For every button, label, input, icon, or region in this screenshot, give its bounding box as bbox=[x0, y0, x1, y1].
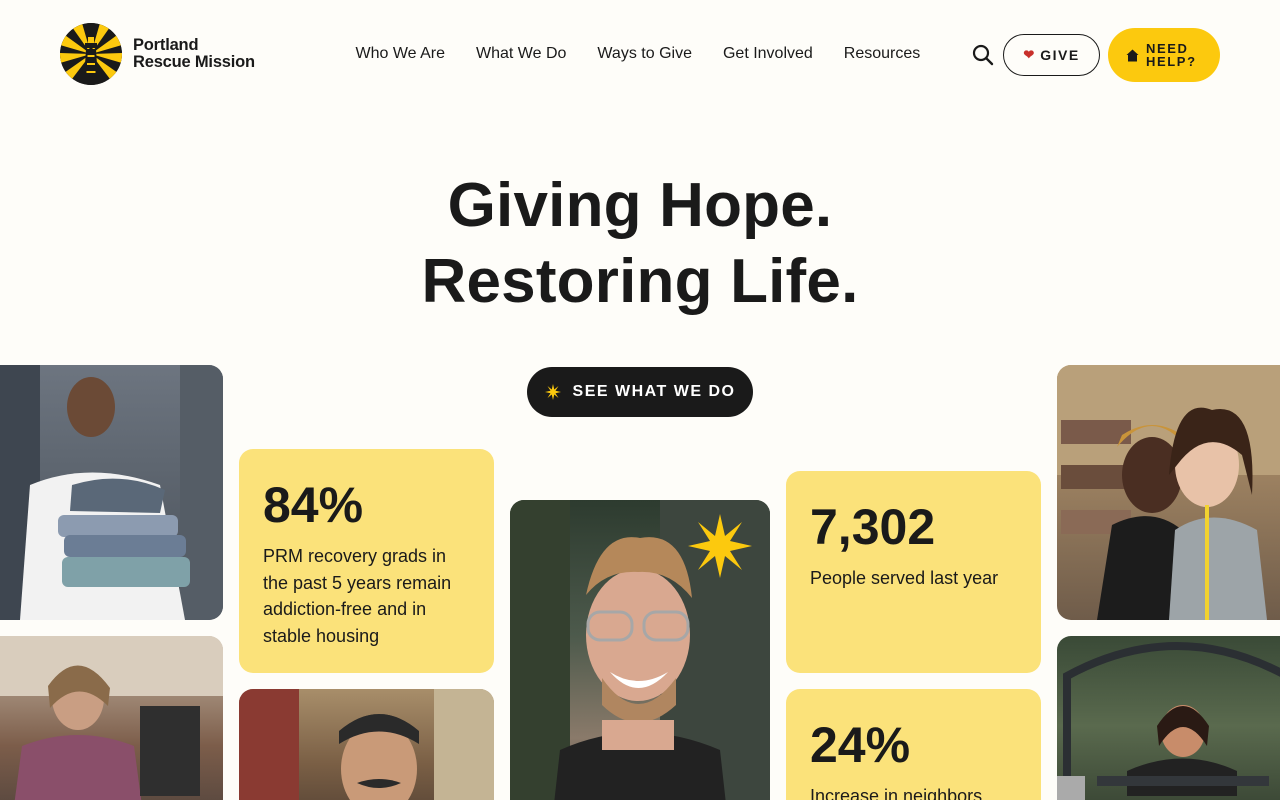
starburst-icon bbox=[544, 384, 561, 400]
photo-woman-smiling bbox=[0, 636, 223, 800]
give-label: GIVE bbox=[1040, 47, 1080, 63]
need-help-button[interactable]: NEED HELP? bbox=[1108, 28, 1220, 82]
need-help-label: NEED HELP? bbox=[1146, 42, 1202, 68]
hero-headline: Giving Hope. Restoring Life. bbox=[0, 168, 1280, 320]
nav-item-resources[interactable]: Resources bbox=[844, 44, 920, 64]
photo-two-women-hugging bbox=[1057, 365, 1280, 620]
need-help-line2: HELP? bbox=[1146, 54, 1197, 69]
nav-item-who-we-are[interactable]: Who We Are bbox=[356, 44, 446, 64]
logo-wordmark: Portland Rescue Mission bbox=[133, 37, 255, 71]
photo-woman-in-garden bbox=[1057, 636, 1280, 800]
logo-name-line1: Portland bbox=[133, 36, 199, 54]
logo-name-line2: Rescue Mission bbox=[133, 53, 255, 71]
hero-line1: Giving Hope. bbox=[447, 171, 833, 240]
stat-description: People served last year bbox=[810, 568, 999, 588]
heart-icon: ❤ bbox=[1023, 47, 1035, 62]
photo-man-holding-clothes bbox=[0, 365, 223, 620]
nav-item-what-we-do[interactable]: What We Do bbox=[476, 44, 566, 64]
site-header: Portland Rescue Mission Who We Are What … bbox=[0, 0, 1280, 110]
starburst-icon bbox=[688, 514, 752, 578]
photo-man-with-mustache bbox=[239, 689, 494, 800]
see-what-we-do-button[interactable]: SEE WHAT WE DO bbox=[527, 367, 753, 417]
hero-line2: Restoring Life. bbox=[421, 247, 859, 316]
lighthouse-logo-icon bbox=[60, 23, 122, 85]
stat-value: 7,302 bbox=[810, 499, 936, 555]
nav-item-get-involved[interactable]: Get Involved bbox=[723, 44, 813, 64]
search-button[interactable] bbox=[971, 43, 995, 67]
stat-card-recovery: 84% PRM recovery grads in the past 5 yea… bbox=[239, 449, 494, 673]
nav-item-ways-to-give[interactable]: Ways to Give bbox=[597, 44, 692, 64]
logo[interactable]: Portland Rescue Mission bbox=[60, 23, 255, 85]
give-button[interactable]: ❤ GIVE bbox=[1003, 34, 1100, 76]
stat-card-increase: 24% Increase in neighbors bbox=[786, 689, 1041, 800]
stat-description: Increase in neighbors bbox=[810, 786, 983, 800]
stat-card-people-served: 7,302 People served last year bbox=[786, 471, 1041, 673]
stat-description: PRM recovery grads in the past 5 years r… bbox=[263, 546, 452, 646]
stat-value: 24% bbox=[810, 717, 911, 773]
search-icon bbox=[972, 44, 994, 66]
main-nav: Who We Are What We Do Ways to Give Get I… bbox=[340, 44, 936, 64]
photo-man-with-glasses bbox=[510, 500, 770, 800]
stat-value: 84% bbox=[263, 477, 364, 533]
house-icon bbox=[1126, 49, 1139, 61]
cta-label: SEE WHAT WE DO bbox=[572, 383, 736, 400]
